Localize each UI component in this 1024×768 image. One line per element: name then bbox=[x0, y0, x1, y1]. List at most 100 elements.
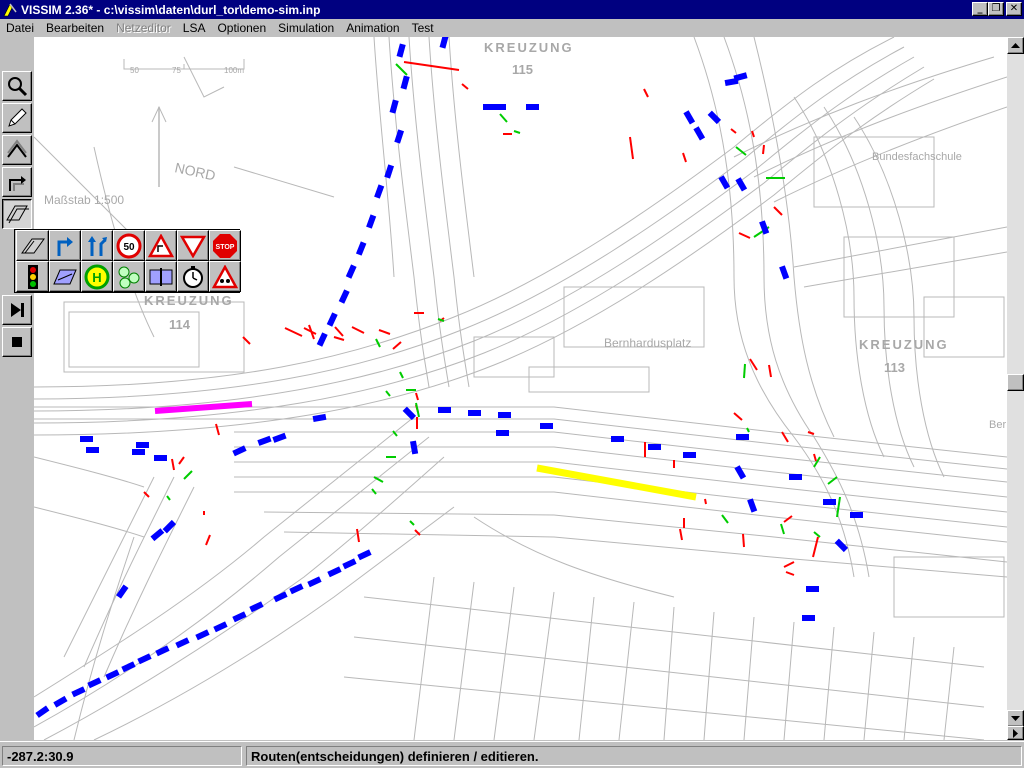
stop-button[interactable] bbox=[2, 327, 32, 357]
signal-head-red[interactable] bbox=[679, 528, 683, 541]
signal-head-green[interactable] bbox=[183, 470, 193, 480]
signal-head-green[interactable] bbox=[813, 531, 821, 538]
link-button[interactable] bbox=[2, 135, 32, 165]
base-map bbox=[34, 37, 1007, 740]
signal-head-green[interactable] bbox=[746, 427, 750, 433]
pencil-icon bbox=[8, 108, 27, 127]
menu-simulation[interactable]: Simulation bbox=[272, 21, 340, 35]
route-tool-palette: 50 STOP H bbox=[14, 229, 241, 293]
signal-head-red[interactable] bbox=[461, 83, 469, 90]
signal-head-green[interactable] bbox=[721, 514, 729, 524]
label-nord: NORD bbox=[173, 159, 217, 183]
signal-head-red[interactable] bbox=[785, 571, 795, 576]
signal-head-green[interactable] bbox=[166, 495, 171, 501]
palette-signal-button[interactable] bbox=[16, 261, 49, 292]
menu-netzeditor[interactable]: Netzeditor bbox=[110, 21, 177, 35]
menu-datei[interactable]: Datei bbox=[0, 21, 40, 35]
step-forward-button[interactable] bbox=[2, 295, 32, 325]
palette-parking-button[interactable] bbox=[113, 261, 145, 292]
signal-head-red[interactable] bbox=[171, 458, 175, 471]
signal-head-red[interactable] bbox=[415, 392, 419, 401]
signal-head-red[interactable] bbox=[682, 152, 687, 163]
scroll-thumb[interactable] bbox=[1007, 374, 1024, 391]
scroll-up-button[interactable] bbox=[1007, 37, 1024, 54]
scroll-down-button[interactable] bbox=[1007, 710, 1024, 727]
palette-section-button[interactable] bbox=[145, 261, 177, 292]
vehicle bbox=[734, 465, 747, 480]
stop-sign-icon: STOP bbox=[213, 233, 237, 258]
signal-head-red[interactable] bbox=[643, 88, 649, 98]
zoom-button[interactable] bbox=[2, 71, 32, 101]
signal-head-red[interactable] bbox=[742, 533, 745, 548]
title-bar: VISSIM 2.36* - c:\vissim\daten\durl_tor\… bbox=[0, 0, 1024, 19]
signal-head-red[interactable] bbox=[284, 327, 303, 337]
signal-head-red[interactable] bbox=[812, 536, 819, 558]
vehicle bbox=[345, 264, 357, 279]
minimize-button[interactable]: _ bbox=[972, 2, 988, 16]
palette-lane-arrows-button[interactable] bbox=[81, 230, 113, 261]
palette-route-button[interactable] bbox=[16, 230, 49, 261]
signal-head-green[interactable] bbox=[836, 496, 841, 518]
maximize-button[interactable]: ❐ bbox=[988, 2, 1004, 16]
network-canvas[interactable]: KREUZUNG 115 KREUZUNG 114 KREUZUNG 113 N… bbox=[34, 37, 1007, 740]
arrow-down-icon bbox=[1011, 715, 1020, 721]
signal-head-red[interactable] bbox=[768, 364, 772, 378]
signal-head-green[interactable] bbox=[409, 520, 415, 526]
vissim-app-icon[interactable] bbox=[2, 2, 18, 18]
signal-head-red[interactable] bbox=[378, 329, 391, 335]
signal-head-red[interactable] bbox=[334, 326, 344, 337]
signal-head-green[interactable] bbox=[395, 63, 408, 76]
route-button[interactable] bbox=[2, 199, 32, 229]
traffic-light-icon bbox=[27, 264, 38, 289]
signal-head-red[interactable] bbox=[205, 534, 211, 546]
connector-button[interactable] bbox=[2, 167, 32, 197]
signal-head-red[interactable] bbox=[807, 431, 815, 435]
signal-head-red[interactable] bbox=[333, 336, 345, 341]
signal-head-green[interactable] bbox=[743, 363, 746, 379]
signal-head-red[interactable] bbox=[783, 561, 795, 568]
signal-head-red[interactable] bbox=[762, 144, 765, 155]
menu-lsa[interactable]: LSA bbox=[177, 21, 212, 35]
network-map[interactable]: KREUZUNG 115 KREUZUNG 114 KREUZUNG 113 N… bbox=[34, 37, 1007, 740]
menu-optionen[interactable]: Optionen bbox=[211, 21, 272, 35]
menu-test[interactable]: Test bbox=[406, 21, 440, 35]
palette-yield-sign-button[interactable] bbox=[177, 230, 209, 261]
signal-head-red[interactable] bbox=[704, 498, 707, 505]
route-decision-magenta[interactable] bbox=[154, 401, 253, 414]
menu-bearbeiten[interactable]: Bearbeiten bbox=[40, 21, 110, 35]
palette-priority-rule-button[interactable] bbox=[209, 261, 241, 292]
vertical-scrollbar[interactable] bbox=[1007, 37, 1024, 740]
palette-speed-limit-button[interactable]: 50 bbox=[113, 230, 145, 261]
edit-button[interactable] bbox=[2, 103, 32, 133]
signal-head-red[interactable] bbox=[751, 130, 755, 138]
signal-head-red[interactable] bbox=[351, 326, 365, 334]
signal-head-red[interactable] bbox=[813, 453, 817, 462]
signal-head-red[interactable] bbox=[629, 136, 634, 160]
palette-travel-time-button[interactable] bbox=[177, 261, 209, 292]
signal-head-green[interactable] bbox=[780, 523, 785, 535]
signal-head-red[interactable] bbox=[730, 128, 737, 134]
palette-detector-button[interactable] bbox=[49, 261, 81, 292]
menu-animation[interactable]: Animation bbox=[340, 21, 405, 35]
signal-head-green[interactable] bbox=[499, 113, 508, 123]
signal-head-red[interactable] bbox=[738, 232, 751, 239]
signal-head-red[interactable] bbox=[392, 341, 402, 350]
signal-head-red[interactable] bbox=[215, 423, 220, 436]
signal-head-red[interactable] bbox=[178, 456, 185, 465]
close-button[interactable]: ✕ bbox=[1006, 2, 1022, 16]
signal-head-red[interactable] bbox=[773, 206, 783, 216]
palette-stop-sign-button[interactable]: STOP bbox=[209, 230, 241, 261]
vehicle bbox=[802, 615, 815, 621]
signal-head-red[interactable] bbox=[749, 358, 758, 371]
palette-bus-stop-button[interactable]: H bbox=[81, 261, 113, 292]
label-scale-100m: 100m bbox=[224, 66, 244, 75]
signal-head-green[interactable] bbox=[513, 130, 521, 134]
signal-head-green[interactable] bbox=[399, 371, 404, 379]
signal-head-red[interactable] bbox=[733, 412, 743, 421]
turn-arrow-icon bbox=[57, 236, 73, 256]
scroll-right-button[interactable] bbox=[1007, 726, 1024, 740]
palette-turn-button[interactable] bbox=[49, 230, 81, 261]
zoom-icon bbox=[8, 77, 28, 97]
signal-head-green[interactable] bbox=[385, 390, 391, 397]
palette-warning-sign-button[interactable] bbox=[145, 230, 177, 261]
